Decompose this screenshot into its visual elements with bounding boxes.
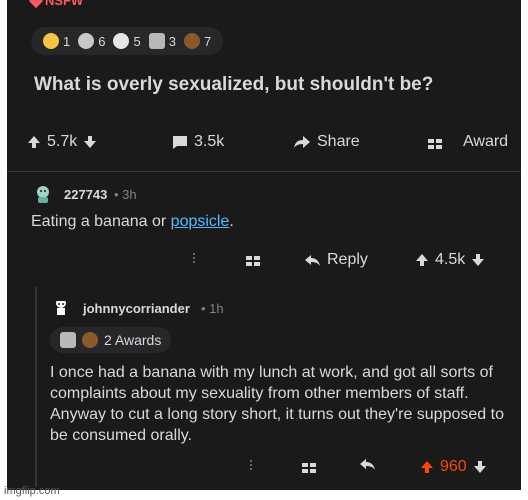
share-button[interactable]: Share <box>293 133 360 151</box>
share-icon <box>293 135 311 149</box>
comment-action-bar: 960 <box>7 458 521 480</box>
upvote-icon[interactable] <box>415 253 429 267</box>
imgflip-watermark: imgflip.com <box>4 485 60 497</box>
post-title[interactable]: What is overly sexualized, but shouldn't… <box>34 74 433 96</box>
downvote-icon[interactable] <box>471 253 485 267</box>
comment-score: 960 <box>440 458 467 475</box>
comments-count: 3.5k <box>194 133 225 150</box>
award-label: Award <box>463 133 509 150</box>
reply-button[interactable] <box>360 458 376 471</box>
nsfw-tag: NSFW <box>28 0 84 8</box>
award-button[interactable]: Award <box>427 133 508 151</box>
downvote-icon[interactable] <box>473 460 487 474</box>
reply-icon <box>305 254 321 267</box>
award-laughing: 5 <box>113 33 141 49</box>
reply-label: Reply <box>327 251 368 268</box>
thread-line[interactable] <box>35 287 37 487</box>
post-divider <box>7 171 521 172</box>
award-wholesome: 6 <box>78 33 105 49</box>
reply-icon <box>360 458 376 471</box>
comment-score: 4.5k <box>435 251 466 268</box>
comment-awards[interactable]: 2 Awards <box>50 327 172 353</box>
comment-body: I once had a banana with my lunch at wor… <box>50 364 504 444</box>
comment-timestamp: • 1h <box>201 301 224 316</box>
gift-icon <box>301 458 317 474</box>
comments-button[interactable]: 3.5k <box>172 133 224 151</box>
downvote-icon[interactable] <box>83 135 97 149</box>
laughing-award-icon <box>113 33 130 49</box>
gift-icon <box>245 251 261 267</box>
nsfw-label: NSFW <box>45 0 84 8</box>
avatar[interactable] <box>51 296 71 316</box>
award-poop: 7 <box>183 33 211 49</box>
award-gold: 1 <box>43 33 70 49</box>
reply-button[interactable]: Reply <box>305 251 368 269</box>
nsfw-icon <box>28 0 44 8</box>
comment-vote: 960 <box>420 458 487 476</box>
comment-username[interactable]: johnnycorriander <box>83 301 190 316</box>
post-score: 5.7k <box>47 133 78 150</box>
give-award-button[interactable] <box>245 251 261 267</box>
post-awards[interactable]: 1 6 5 3 7 <box>31 27 224 55</box>
gold-trophy-icon <box>43 33 59 49</box>
comment-vote: 4.5k <box>415 251 485 269</box>
post-action-bar: 5.7k 3.5k Share Award <box>7 133 521 157</box>
post-vote: 5.7k <box>27 133 97 151</box>
upvote-icon[interactable] <box>420 460 434 474</box>
comment-timestamp: • 3h <box>114 187 137 202</box>
comment-action-bar: Reply 4.5k <box>7 251 521 273</box>
avatar[interactable] <box>33 184 53 204</box>
comment-body: Eating a banana or popsicle. <box>31 213 234 230</box>
award-silver: 3 <box>148 33 176 49</box>
wholesome-award-icon <box>78 33 95 49</box>
upvote-icon[interactable] <box>27 135 41 149</box>
reddit-post-screenshot: NSFW 1 6 5 3 7 What is overly sexualized… <box>7 0 521 490</box>
comment-username[interactable]: 227743 <box>64 187 107 202</box>
poop-award-icon <box>183 33 200 49</box>
share-label: Share <box>317 133 360 150</box>
more-options-icon[interactable] <box>250 460 252 470</box>
gift-icon <box>427 134 443 150</box>
popsicle-link[interactable]: popsicle <box>171 213 230 230</box>
silver-award-icon <box>60 332 76 348</box>
poop-award-icon <box>82 332 98 348</box>
give-award-button[interactable] <box>301 458 317 474</box>
silver-award-icon <box>148 33 165 49</box>
more-options-icon[interactable] <box>193 253 195 263</box>
comment-icon <box>172 135 188 150</box>
awards-count-label: 2 Awards <box>104 332 162 348</box>
